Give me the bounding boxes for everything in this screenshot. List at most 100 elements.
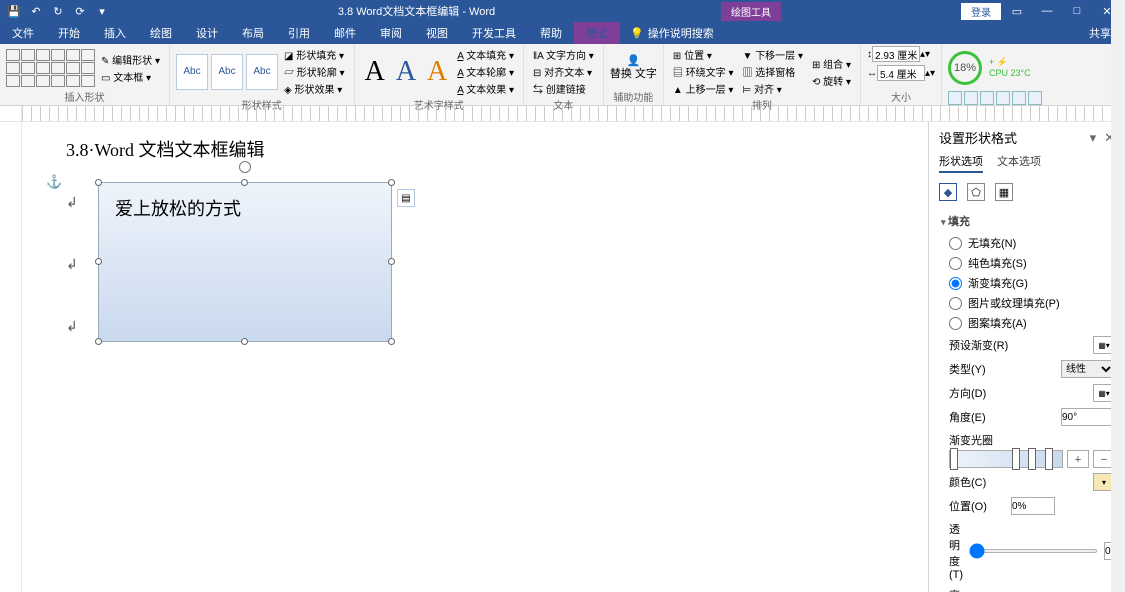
shape-fill-button[interactable]: ◪ 形状填充 ▾	[281, 46, 348, 63]
resize-handle[interactable]	[95, 179, 102, 186]
pane-scrollbar[interactable]	[1111, 209, 1125, 592]
redo-icon[interactable]: ↻	[48, 2, 68, 20]
resize-handle[interactable]	[388, 179, 395, 186]
fill-none-radio[interactable]: 无填充(N)	[941, 233, 1115, 253]
work-area: 3.8·Word 文档文本框编辑 ⚓ ↲ ↲ ↲ 爱上放松的方式 ▤ 设置形状格…	[0, 122, 1125, 592]
fill-picture-radio[interactable]: 图片或纹理填充(P)	[941, 293, 1115, 313]
resize-handle[interactable]	[241, 179, 248, 186]
angle-label: 角度(E)	[949, 409, 986, 425]
angle-input[interactable]	[1061, 408, 1115, 426]
brightness-label: 亮度(I)	[949, 587, 960, 592]
tab-help[interactable]: 帮助	[528, 22, 574, 44]
group-button[interactable]: ⊞ 组合 ▾	[809, 55, 854, 72]
fill-line-icon[interactable]: ◆	[939, 183, 957, 201]
ribbon-tabs: 文件 开始 插入 绘图 设计 布局 引用 邮件 审阅 视图 开发工具 帮助 格式…	[0, 22, 1125, 44]
section-fill[interactable]: 填充	[941, 209, 1115, 233]
paragraph-mark: ↲	[66, 256, 78, 273]
anchor-icon: ⚓	[46, 174, 62, 190]
pane-menu-icon[interactable]: ▾	[1090, 130, 1097, 146]
selected-textbox[interactable]: 爱上放松的方式 ▤	[98, 182, 392, 342]
wordart-3[interactable]: A	[423, 56, 451, 88]
tab-format[interactable]: 格式	[574, 22, 620, 44]
rotate-handle[interactable]	[239, 161, 251, 173]
tab-view[interactable]: 视图	[414, 22, 460, 44]
position-input[interactable]	[1011, 497, 1055, 515]
signin-button[interactable]: 登录	[961, 3, 1001, 20]
gradient-type-select[interactable]: 线性	[1061, 360, 1115, 378]
fill-gradient-radio[interactable]: 渐变填充(G)	[941, 273, 1115, 293]
position-button[interactable]: ⊞ 位置 ▾	[670, 46, 737, 63]
document-canvas[interactable]: 3.8·Word 文档文本框编辑 ⚓ ↲ ↲ ↲ 爱上放松的方式 ▤	[22, 122, 928, 592]
text-fill-button[interactable]: A 文本填充 ▾	[454, 46, 517, 63]
tab-mailings[interactable]: 邮件	[322, 22, 368, 44]
tab-references[interactable]: 引用	[276, 22, 322, 44]
align-button[interactable]: ⊨ 对齐 ▾	[740, 80, 807, 97]
tab-draw[interactable]: 绘图	[138, 22, 184, 44]
resize-handle[interactable]	[388, 258, 395, 265]
paragraph-mark: ↲	[66, 318, 78, 335]
wrap-text-button[interactable]: ▤ 环绕文字 ▾	[670, 63, 737, 80]
undo-icon[interactable]: ↶	[26, 2, 46, 20]
tab-insert[interactable]: 插入	[92, 22, 138, 44]
fill-pattern-radio[interactable]: 图案填充(A)	[941, 313, 1115, 333]
maximize-icon[interactable]: □	[1063, 2, 1091, 20]
shape-style-1[interactable]: Abc	[176, 54, 208, 90]
selection-pane-button[interactable]: ▥ 选择窗格	[740, 63, 807, 80]
group-insert-shapes: ✎ 编辑形状 ▾ ▭ 文本框 ▾ 插入形状	[0, 44, 170, 105]
resize-handle[interactable]	[95, 338, 102, 345]
textbox-text[interactable]: 爱上放松的方式	[99, 183, 391, 233]
align-text-button[interactable]: ⊟ 对齐文本 ▾	[530, 63, 597, 80]
overlay-tools[interactable]	[948, 91, 1042, 105]
group-label: 辅助功能	[610, 89, 657, 105]
perf-badge[interactable]: 18%	[948, 51, 982, 85]
type-label: 类型(Y)	[949, 361, 986, 377]
horizontal-ruler[interactable]	[0, 106, 1125, 122]
pane-tab-shape[interactable]: 形状选项	[939, 153, 983, 173]
wordart-2[interactable]: A	[392, 56, 420, 88]
pane-tab-text[interactable]: 文本选项	[997, 153, 1041, 173]
layout-icon[interactable]: ▦	[995, 183, 1013, 201]
tell-me[interactable]: 💡 操作说明搜索	[620, 22, 724, 44]
shape-style-3[interactable]: Abc	[246, 54, 278, 90]
create-link-button[interactable]: ⇆ 创建链接	[530, 80, 597, 97]
text-effects-button[interactable]: A 文本效果 ▾	[454, 80, 517, 97]
transparency-slider[interactable]	[969, 549, 1098, 553]
tab-home[interactable]: 开始	[46, 22, 92, 44]
refresh-icon[interactable]: ⟳	[70, 2, 90, 20]
shape-effects-button[interactable]: ◈ 形状效果 ▾	[281, 80, 348, 97]
save-icon[interactable]: 💾	[4, 2, 24, 20]
effects-icon[interactable]: ⬠	[967, 183, 985, 201]
text-outline-button[interactable]: A 文本轮廓 ▾	[454, 63, 517, 80]
rotate-button[interactable]: ⟲ 旋转 ▾	[809, 72, 854, 89]
tab-layout[interactable]: 布局	[230, 22, 276, 44]
shape-style-2[interactable]: Abc	[211, 54, 243, 90]
resize-handle[interactable]	[95, 258, 102, 265]
layout-options-button[interactable]: ▤	[397, 189, 415, 207]
wordart-1[interactable]: A	[361, 56, 389, 88]
height-input[interactable]: ↕ ▴▾	[867, 46, 930, 62]
tab-design[interactable]: 设计	[184, 22, 230, 44]
add-stop-button[interactable]: ＋	[1067, 450, 1089, 468]
resize-handle[interactable]	[241, 338, 248, 345]
transparency-label: 透明度(T)	[949, 521, 963, 581]
gradient-stops-bar[interactable]	[949, 450, 1063, 468]
tab-developer[interactable]: 开发工具	[460, 22, 528, 44]
edit-shape-button[interactable]: ✎ 编辑形状 ▾	[98, 51, 163, 68]
qat-more-icon[interactable]: ▾	[92, 2, 112, 20]
fill-solid-radio[interactable]: 纯色填充(S)	[941, 253, 1115, 273]
tab-review[interactable]: 审阅	[368, 22, 414, 44]
send-backward-button[interactable]: ▼ 下移一层 ▾	[740, 46, 807, 63]
text-direction-button[interactable]: ‖A 文字方向 ▾	[530, 46, 597, 63]
shape-outline-button[interactable]: ▱ 形状轮廓 ▾	[281, 63, 348, 80]
width-input[interactable]: ↔ ▴▾	[867, 65, 935, 81]
minimize-icon[interactable]: —	[1033, 2, 1061, 20]
bring-forward-button[interactable]: ▲ 上移一层 ▾	[670, 80, 737, 97]
alt-text-button[interactable]: 👤替换 文字	[610, 55, 657, 79]
ribbon-options-icon[interactable]: ▭	[1003, 2, 1031, 20]
tab-file[interactable]: 文件	[0, 22, 46, 44]
shapes-gallery[interactable]	[6, 49, 95, 87]
vertical-ruler[interactable]	[0, 122, 22, 592]
group-text: ‖A 文字方向 ▾ ⊟ 对齐文本 ▾ ⇆ 创建链接 文本	[524, 44, 604, 105]
resize-handle[interactable]	[388, 338, 395, 345]
textbox-button[interactable]: ▭ 文本框 ▾	[98, 68, 163, 85]
